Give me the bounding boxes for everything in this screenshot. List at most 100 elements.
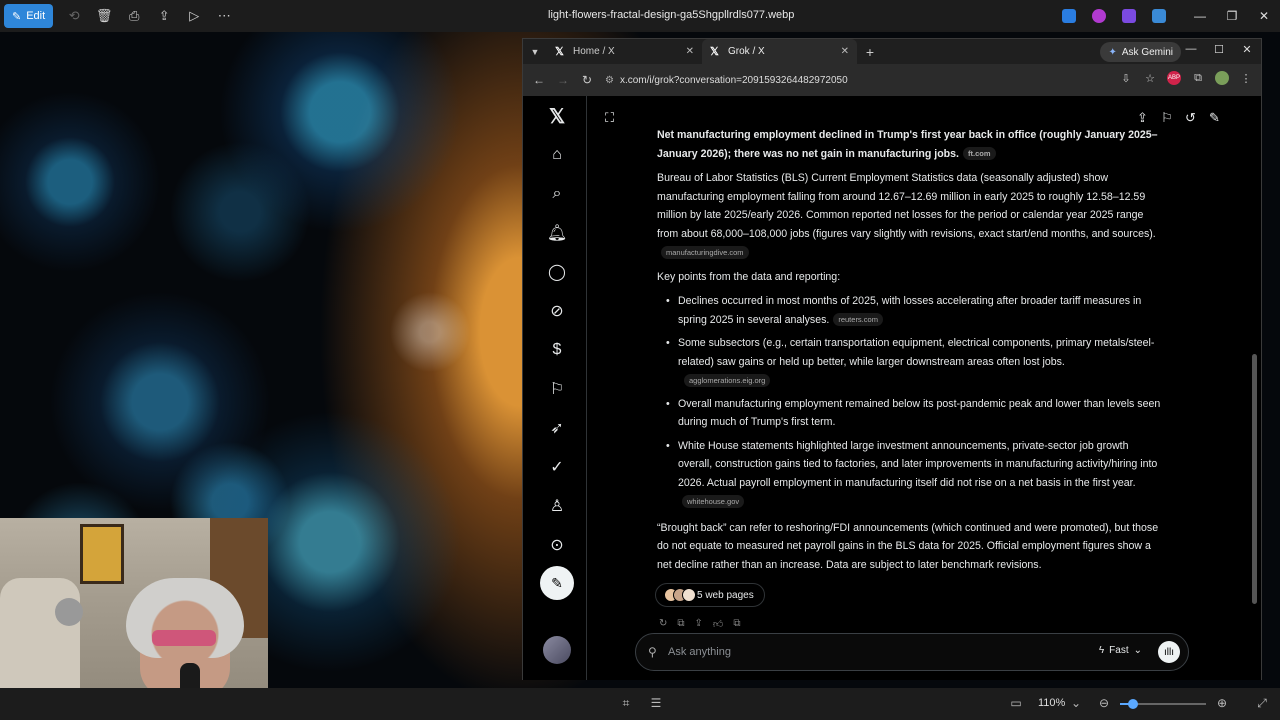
x-favicon-icon: 𝕏 bbox=[710, 46, 719, 58]
zoom-dropdown-icon[interactable]: ⌄ bbox=[1068, 696, 1084, 712]
zoom-out-icon[interactable]: ⊖ bbox=[1096, 696, 1112, 712]
tab-close-icon[interactable]: ✕ bbox=[686, 46, 694, 57]
source-chip[interactable]: reuters.com bbox=[833, 313, 883, 327]
x-logo-icon[interactable]: 𝕏 bbox=[545, 104, 569, 128]
forward-icon[interactable]: → bbox=[551, 73, 575, 87]
tab-grok[interactable]: 𝕏 Grok / X ✕ bbox=[702, 39, 857, 64]
zoom-level[interactable]: 110% bbox=[1038, 697, 1065, 709]
install-icon[interactable]: ⇩ bbox=[1119, 71, 1133, 85]
scrollbar[interactable] bbox=[1252, 354, 1257, 604]
messages-icon[interactable]: ◯ bbox=[545, 260, 569, 284]
more-icon[interactable]: ⊙ bbox=[545, 533, 569, 557]
share-chat-icon[interactable]: ⇪ bbox=[1137, 110, 1148, 126]
app-icon-2[interactable] bbox=[1092, 9, 1106, 23]
source-chip[interactable]: manufacturingdive.com bbox=[661, 245, 749, 259]
ask-input[interactable]: ⚲ Ask anything ϟ Fast ⌄ ıllı bbox=[635, 633, 1189, 671]
source-favicons bbox=[664, 588, 696, 602]
profile-icon[interactable]: ♙ bbox=[545, 494, 569, 518]
copy-icon[interactable]: ⧉ bbox=[677, 618, 684, 630]
tab-title: Grok / X bbox=[728, 46, 765, 57]
notifications-icon[interactable]: 🔔︎ bbox=[545, 221, 569, 245]
x-sidebar: 𝕏 ⌂ ⌕ 🔔︎ ◯ ⊘ $ ⚐ ➶ ✓ ♙ ⊙ ✎ bbox=[523, 96, 587, 680]
tab-search-icon[interactable]: ▼ bbox=[523, 39, 547, 64]
back-icon[interactable]: ← bbox=[527, 73, 551, 87]
source-chip[interactable]: whitehouse.gov bbox=[682, 494, 745, 508]
fullscreen-icon[interactable]: ⤢ bbox=[1254, 696, 1270, 712]
menu-icon[interactable]: ⋮ bbox=[1239, 71, 1253, 85]
verified-icon[interactable]: ✓ bbox=[545, 455, 569, 479]
app-icon-1[interactable] bbox=[1062, 9, 1076, 23]
visual-search-icon[interactable]: ⌗ bbox=[618, 696, 634, 712]
web-pages-label: 5 web pages bbox=[697, 589, 754, 601]
tab-home[interactable]: 𝕏 Home / X ✕ bbox=[547, 39, 702, 64]
tab-close-icon[interactable]: ✕ bbox=[841, 46, 849, 57]
extensions-icon[interactable]: ⧉ bbox=[1191, 71, 1205, 85]
regenerate-icon[interactable]: ↻ bbox=[659, 618, 667, 630]
bookmarks-icon[interactable]: ⚐ bbox=[545, 377, 569, 401]
jobs-icon[interactable]: ➶ bbox=[545, 416, 569, 440]
x-favicon-icon: 𝕏 bbox=[555, 46, 564, 58]
source-chip[interactable]: ft.com bbox=[963, 147, 996, 161]
print-icon[interactable]: ⎙ bbox=[119, 4, 149, 28]
like-icon[interactable]: 👍︎ bbox=[713, 618, 723, 630]
site-info-icon[interactable]: ⚙ bbox=[605, 75, 614, 86]
new-tab-icon[interactable]: + bbox=[857, 39, 883, 64]
zoom-slider-knob[interactable] bbox=[1127, 699, 1138, 709]
response-paragraph: Bureau of Labor Statistics (BLS) Current… bbox=[657, 169, 1163, 262]
home-icon[interactable]: ⌂ bbox=[545, 143, 569, 167]
waveform-icon: ıllı bbox=[1164, 646, 1174, 658]
bookmark-star-icon[interactable]: ☆ bbox=[1143, 71, 1157, 85]
mode-selector[interactable]: ϟ Fast ⌄ bbox=[1099, 645, 1142, 656]
browser-maximize-icon[interactable]: ☐ bbox=[1211, 43, 1227, 56]
more-options-icon[interactable]: ⋯ bbox=[209, 4, 239, 28]
rotate-icon[interactable]: ⟲ bbox=[59, 4, 89, 28]
paragraph-text: Bureau of Labor Statistics (BLS) Current… bbox=[657, 172, 1156, 240]
history-icon[interactable]: ↺ bbox=[1185, 110, 1196, 126]
avatar[interactable] bbox=[543, 636, 571, 664]
fit-window-icon[interactable]: ▭ bbox=[1008, 696, 1024, 712]
url-field[interactable]: ⚙ x.com/i/grok?conversation=209159326448… bbox=[605, 75, 848, 86]
app-icon-3[interactable] bbox=[1122, 9, 1136, 23]
profile-avatar-icon[interactable] bbox=[1215, 71, 1229, 85]
compose-icon: ✎ bbox=[551, 574, 563, 591]
ask-gemini-label: Ask Gemini bbox=[1121, 46, 1173, 58]
ask-gemini-button[interactable]: ✦ Ask Gemini bbox=[1100, 42, 1181, 62]
bookmark-chat-icon[interactable]: ⚐ bbox=[1161, 110, 1173, 126]
grok-icon[interactable]: ⊘ bbox=[545, 299, 569, 323]
new-chat-icon[interactable]: ✎ bbox=[1209, 110, 1220, 126]
adblock-icon[interactable]: ABP bbox=[1167, 71, 1181, 85]
expand-icon[interactable]: ⛶ bbox=[605, 110, 614, 126]
source-chip[interactable]: agglomerations.eig.org bbox=[684, 373, 771, 387]
reload-icon[interactable]: ↻ bbox=[575, 73, 599, 87]
text-extract-icon[interactable]: ☰ bbox=[648, 696, 664, 712]
share-icon[interactable]: ⇪ bbox=[149, 4, 179, 28]
share-response-icon[interactable]: ⇪ bbox=[695, 618, 703, 630]
slideshow-icon[interactable]: ▷ bbox=[179, 4, 209, 28]
list-item-text: Overall manufacturing employment remaine… bbox=[678, 397, 1161, 429]
search-icon[interactable]: ⌕ bbox=[545, 182, 569, 206]
dislike-icon[interactable]: ⧉ bbox=[733, 618, 740, 630]
url-text: x.com/i/grok?conversation=20915932644829… bbox=[619, 74, 848, 86]
web-pages-button[interactable]: 5 web pages bbox=[655, 583, 765, 607]
file-title: light-flowers-fractal-design-ga5Shgpllrd… bbox=[548, 9, 795, 21]
browser-close-icon[interactable]: ✕ bbox=[1239, 43, 1255, 56]
minimize-icon[interactable]: — bbox=[1184, 0, 1216, 32]
photo-viewer-statusbar: ⌗ ☰ ▭ 110% ⌄ ⊖ ⊕ ⤢ bbox=[0, 688, 1280, 720]
browser-minimize-icon[interactable]: — bbox=[1183, 43, 1199, 55]
x-page: 𝕏 ⌂ ⌕ 🔔︎ ◯ ⊘ $ ⚐ ➶ ✓ ♙ ⊙ ✎ ⛶ ⇪ ⚐ ↺ ✎ Net… bbox=[523, 96, 1261, 680]
premium-icon[interactable]: $ bbox=[545, 338, 569, 362]
zoom-slider[interactable] bbox=[1120, 699, 1206, 709]
edit-button[interactable]: ✎ Edit bbox=[4, 4, 54, 28]
photo-viewer-toolbar: ✎ Edit ⟲ 🗑 ⎙ ⇪ ▷ ⋯ light-flowers-fractal… bbox=[0, 0, 1280, 32]
browser-window: ▼ 𝕏 Home / X ✕ 𝕏 Grok / X ✕ + ✦ Ask Gemi… bbox=[522, 38, 1262, 680]
delete-icon[interactable]: 🗑 bbox=[89, 4, 119, 28]
edit-icon: ✎ bbox=[12, 10, 22, 23]
list-item: Some subsectors (e.g., certain transport… bbox=[666, 334, 1163, 390]
restore-icon[interactable]: ❐ bbox=[1216, 0, 1248, 32]
voice-mode-button[interactable]: ıllı bbox=[1158, 641, 1180, 663]
compose-button[interactable]: ✎ bbox=[540, 566, 574, 600]
app-icon-4[interactable] bbox=[1152, 9, 1166, 23]
attach-icon[interactable]: ⚲ bbox=[648, 645, 657, 659]
zoom-in-icon[interactable]: ⊕ bbox=[1214, 696, 1230, 712]
close-icon[interactable]: ✕ bbox=[1248, 0, 1280, 32]
